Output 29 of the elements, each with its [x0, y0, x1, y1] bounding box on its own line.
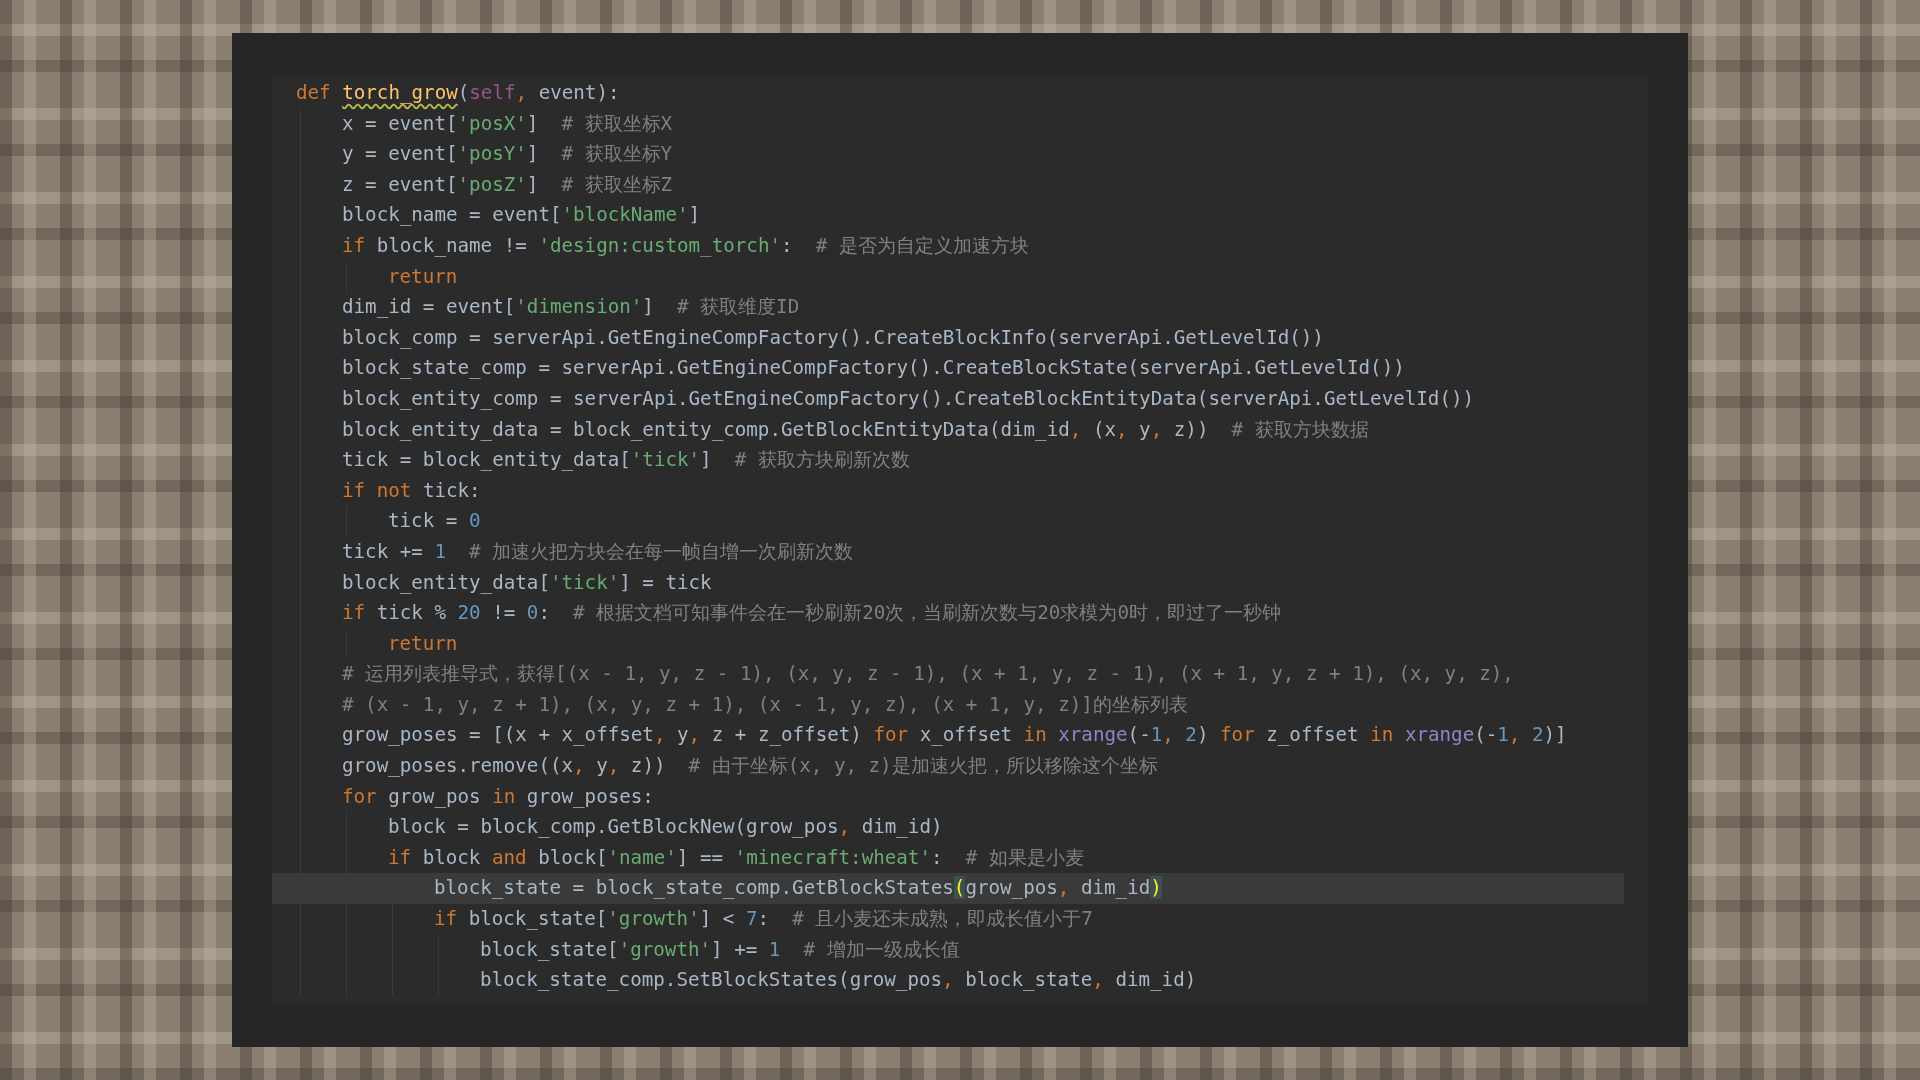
code-line: block_state_comp.SetBlockStates(grow_pos, block_state, dim_id)	[480, 967, 1198, 994]
code-line: y = event['posY'] # 获取坐标Y	[342, 141, 674, 168]
code-line: block_comp = serverApi.GetEngineCompFactory().CreateBlockInfo(serverApi.GetLevelId())	[342, 324, 1325, 351]
code-line: tick = 0	[388, 508, 482, 535]
code-line: block = block_comp.GetBlockNew(grow_pos, dim_id)	[388, 814, 944, 841]
code-line: if not tick:	[342, 477, 482, 504]
code-line: block_name = event['blockName']	[342, 202, 702, 229]
code-line: return	[388, 263, 459, 290]
code-line: dim_id = event['dimension'] # 获取维度ID	[342, 294, 801, 321]
code-line: if block_state['growth'] < 7: # 且小麦还未成熟，即成长值小于7	[434, 906, 1094, 933]
code-line: grow_poses.remove((x, y, z)) # 由于坐标(x, y, z)是加速火把，所以移除这个坐标	[342, 753, 1159, 780]
code-line: if block and block['name'] == 'minecraft:wheat': # 如果是小麦	[388, 844, 1085, 871]
code-line: grow_poses = [(x + x_offset, y, z + z_offset) for x_offset in xrange(-1, 2) for z_offset in xrange(-1, 2)]	[342, 722, 1568, 749]
code-line: tick += 1 # 加速火把方块会在每一帧自增一次刷新次数	[342, 538, 855, 565]
code-line: block_entity_comp = serverApi.GetEngineCompFactory().CreateBlockEntityData(serverApi.GetLevelId())	[342, 385, 1476, 412]
code-line: for grow_pos in grow_poses:	[342, 783, 655, 810]
code-line: block_entity_data['tick'] = tick	[342, 569, 713, 596]
code-line: tick = block_entity_data['tick'] # 获取方块刷新次数	[342, 447, 911, 474]
code-line: return	[388, 630, 459, 657]
code-line: block_state['growth'] += 1 # 增加一级成长值	[480, 936, 961, 963]
code-line: # (x - 1, y, z + 1), (x, y, z + 1), (x - 1, y, z), (x + 1, y, z)]的坐标列表	[342, 691, 1189, 718]
code-line: # 运用列表推导式，获得[(x - 1, y, z - 1), (x, y, z - 1), (x + 1, y, z - 1), (x + 1, y, z + 1), (x, y, z),	[342, 661, 1515, 688]
code-line: block_state_comp = serverApi.GetEngineCompFactory().CreateBlockState(serverApi.GetLevelId())	[342, 355, 1406, 382]
code-line: if tick % 20 != 0: # 根据文档可知事件会在一秒刷新20次，当刷新次数与20求模为0时，即过了一秒钟	[342, 600, 1282, 627]
code-line: if block_name != 'design:custom_torch': # 是否为自定义加速方块	[342, 232, 1030, 259]
code-line: z = event['posZ'] # 获取坐标Z	[342, 171, 674, 198]
code-line: x = event['posX'] # 获取坐标X	[342, 110, 674, 137]
code-line: block_entity_data = block_entity_comp.GetBlockEntityData(dim_id, (x, y, z)) # 获取方块数据	[342, 416, 1370, 443]
code-line: def torch_grow(self, event):	[296, 80, 621, 106]
